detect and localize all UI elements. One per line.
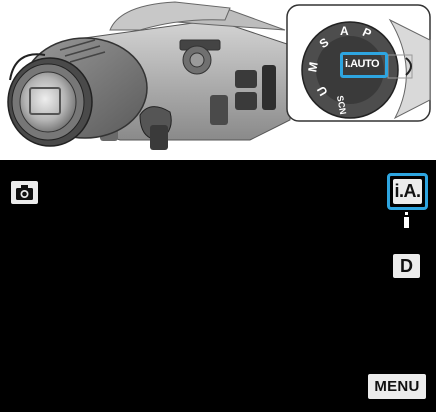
menu-button[interactable]: MENU: [368, 374, 426, 399]
lcd-screen: i.A. D MENU: [0, 160, 436, 412]
camera-icon: [11, 181, 38, 204]
dial-iauto-label: i.AUTO: [345, 58, 380, 70]
intelligent-auto-label: i.A.: [393, 179, 422, 204]
camera-illustration: S A P M U SCN i.AUTO: [0, 0, 436, 160]
dial-mark-a: A: [340, 24, 349, 38]
intelligent-auto-button[interactable]: i.A.: [387, 173, 428, 210]
dial-selected-iauto: i.AUTO: [340, 52, 388, 78]
still-image-mode-button[interactable]: [11, 181, 38, 204]
camcorder-drawing: [7, 1, 431, 150]
d-button[interactable]: D: [393, 254, 420, 278]
